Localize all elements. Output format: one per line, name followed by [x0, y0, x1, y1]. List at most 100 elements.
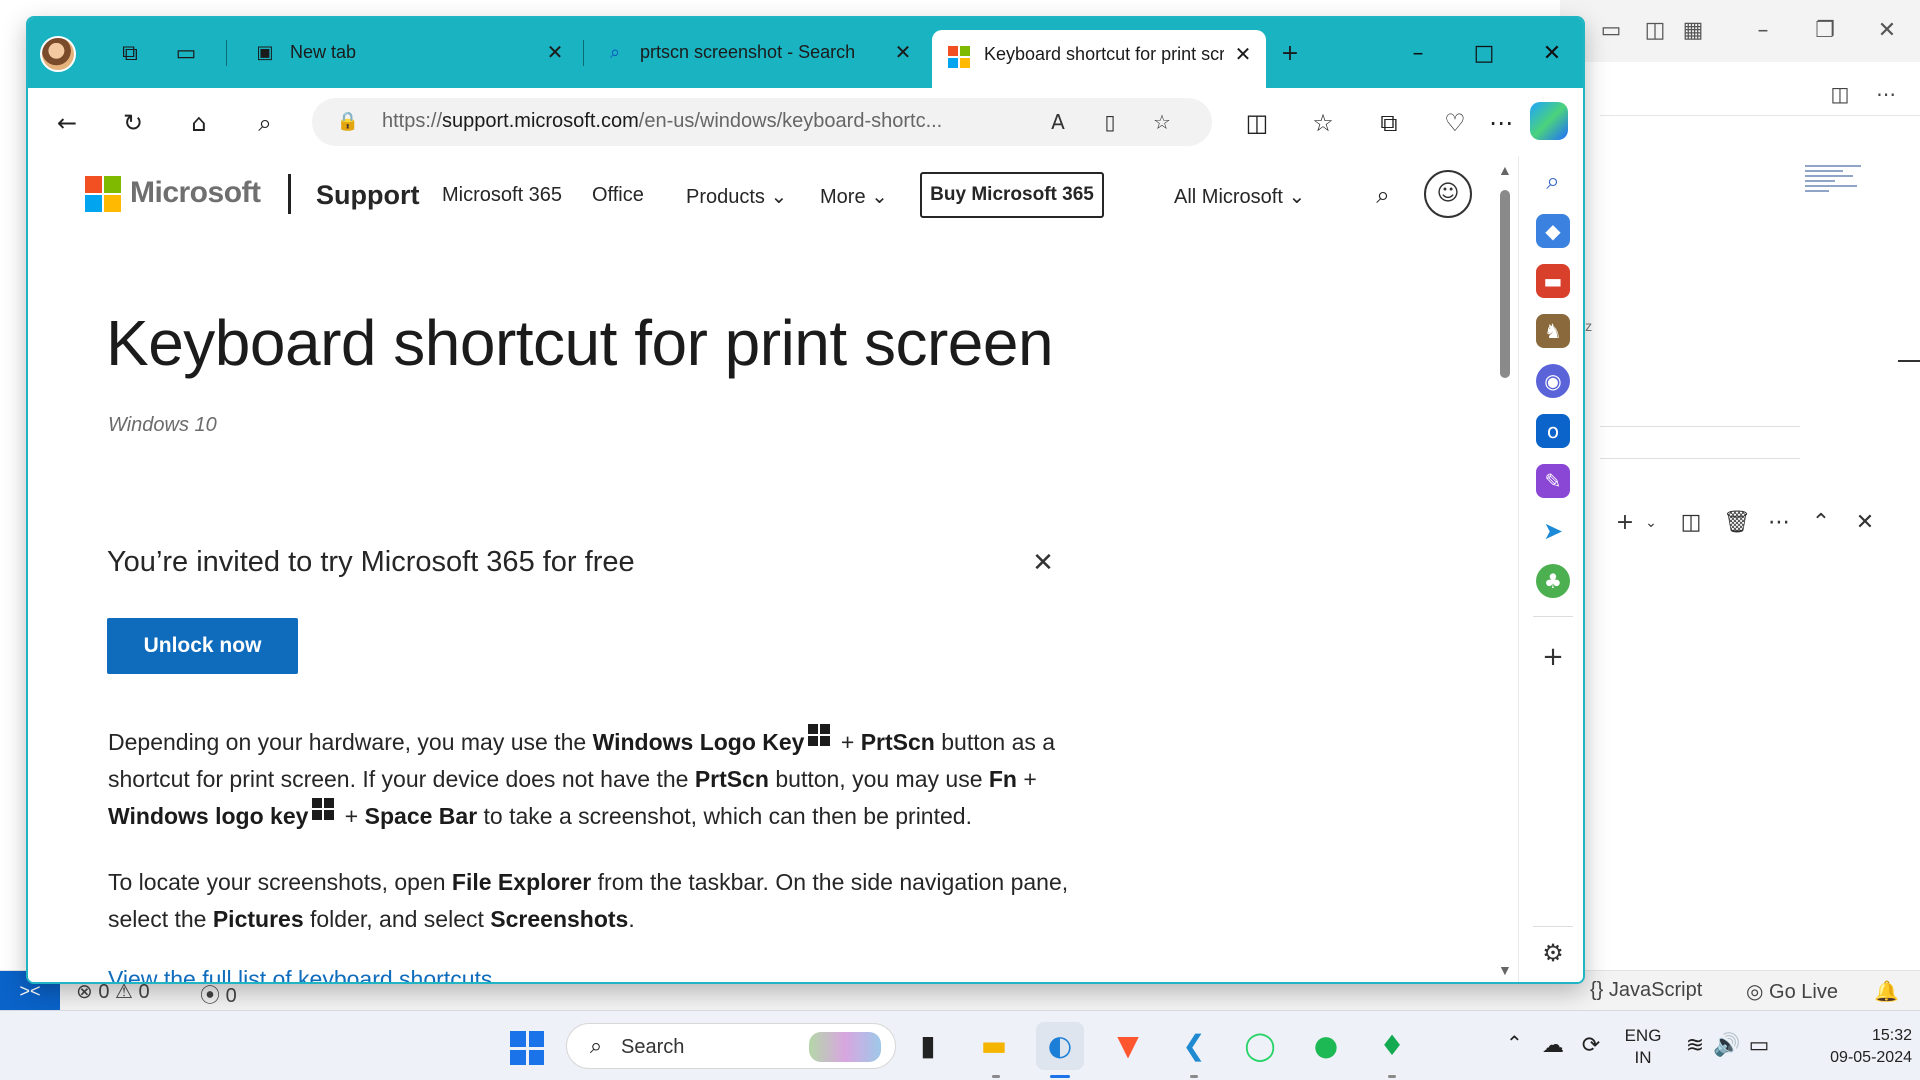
keyboard-shortcuts-link[interactable]: View the full list of keyboard shortcuts	[108, 966, 492, 982]
home-icon[interactable]: ⌂	[180, 104, 218, 142]
nav-link-label: All Microsoft	[1174, 186, 1283, 208]
scroll-down-arrow-icon[interactable]: ▼	[1498, 962, 1512, 978]
unlock-now-button[interactable]: Unlock now	[107, 618, 298, 674]
web-page-content: Microsoft Support Microsoft 365 Office P…	[28, 156, 1518, 982]
close-tab-icon[interactable]: ✕	[890, 39, 916, 65]
file-explorer-icon[interactable]: ▬	[970, 1022, 1018, 1070]
sync-icon[interactable]: ⟳	[1576, 1031, 1606, 1061]
tab-new-tab[interactable]: ▣ New tab ✕	[238, 28, 578, 78]
sidebar-search-icon[interactable]: ⌕	[1536, 164, 1570, 198]
site-search-icon[interactable]: ⌕	[1368, 180, 1398, 210]
favorite-star-icon[interactable]: ☆	[1146, 106, 1178, 138]
tab-actions-icon[interactable]: ▭	[168, 36, 204, 72]
language-mode[interactable]: {} JavaScript	[1590, 979, 1702, 1002]
task-view-icon[interactable]: ▮	[904, 1022, 952, 1070]
split-screen-icon[interactable]: ◫	[1238, 104, 1276, 142]
new-tab-icon: ▣	[256, 42, 274, 63]
nav-link-office[interactable]: Office	[592, 184, 644, 207]
close-window-icon[interactable]: ✕	[1534, 36, 1570, 72]
account-avatar-icon[interactable]: ☺	[1424, 170, 1472, 218]
tools-briefcase-icon[interactable]: ▬	[1536, 264, 1570, 298]
tab-keyboard-shortcut[interactable]: Keyboard shortcut for print scr ✕	[932, 30, 1266, 88]
scroll-thumb[interactable]	[1500, 190, 1510, 378]
trash-icon[interactable]: 🗑	[1722, 508, 1752, 538]
read-aloud-icon[interactable]: A	[1042, 106, 1074, 138]
input-language-indicator[interactable]: ENG IN	[1620, 1025, 1666, 1069]
close-panel-icon[interactable]: ✕	[1850, 508, 1880, 538]
browser-essentials-icon[interactable]: ♡	[1436, 104, 1474, 142]
immersive-reader-icon[interactable]: ▯	[1094, 106, 1126, 138]
address-bar[interactable]: 🔒 https://support.microsoft.com/en-us/wi…	[312, 98, 1212, 146]
favorites-icon[interactable]: ☆	[1304, 104, 1342, 142]
chevron-down-icon[interactable]: ⌄	[1636, 508, 1666, 538]
refresh-icon[interactable]: ↻	[114, 104, 152, 142]
brave-app-icon[interactable]: ▼	[1104, 1022, 1152, 1070]
volume-icon[interactable]: 🔊	[1712, 1031, 1742, 1061]
spotify-app-icon[interactable]: ●	[1302, 1022, 1350, 1070]
mongodb-app-icon[interactable]: ♦	[1368, 1022, 1416, 1070]
chevron-up-icon[interactable]: ⌃	[1806, 508, 1836, 538]
layout-grid-icon[interactable]: ▦	[1678, 16, 1708, 46]
workspaces-icon[interactable]: ⧉	[112, 36, 148, 72]
url-text[interactable]: https://support.microsoft.com/en-us/wind…	[382, 110, 1032, 133]
more-actions-icon[interactable]: ⋯	[1872, 80, 1900, 108]
collections-icon[interactable]: ⧉	[1370, 104, 1408, 142]
close-tab-icon[interactable]: ✕	[1230, 41, 1256, 67]
outlook-icon[interactable]: o	[1536, 414, 1570, 448]
taskbar-search-box[interactable]: ⌕ Search	[566, 1023, 896, 1069]
start-windows-icon[interactable]	[510, 1031, 544, 1065]
microsoft-365-icon[interactable]: ◉	[1536, 364, 1570, 398]
battery-icon[interactable]: ▭	[1744, 1031, 1774, 1061]
scroll-up-arrow-icon[interactable]: ▲	[1498, 162, 1512, 178]
buy-microsoft-365-button[interactable]: Buy Microsoft 365	[920, 172, 1104, 218]
whatsapp-app-icon[interactable]: ◯	[1236, 1022, 1284, 1070]
split-editor-icon[interactable]: ◫	[1826, 80, 1854, 108]
all-microsoft-menu[interactable]: All Microsoft ⌄	[1174, 184, 1305, 209]
restore-icon[interactable]: ❐	[1810, 16, 1840, 46]
header-divider	[288, 174, 291, 214]
edge-app-icon[interactable]: ◐	[1036, 1022, 1084, 1070]
show-hidden-icons-chevron-icon[interactable]: ⌃	[1506, 1031, 1523, 1055]
settings-gear-icon[interactable]: ⚙	[1536, 936, 1570, 970]
nav-link-more[interactable]: More ⌄	[820, 184, 888, 209]
search-icon[interactable]: ⌕	[246, 104, 284, 142]
wifi-icon[interactable]: ≋	[1680, 1031, 1710, 1061]
notifications-bell-icon[interactable]: 🔔	[1874, 979, 1899, 1004]
nav-link-products[interactable]: Products ⌄	[686, 184, 787, 209]
chevron-down-icon: ⌄	[865, 186, 888, 208]
copilot-icon[interactable]	[1530, 102, 1568, 140]
tree-icon[interactable]: ♣	[1536, 564, 1570, 598]
back-arrow-icon[interactable]: ←	[48, 104, 86, 142]
more-menu-icon[interactable]: ⋯	[1482, 104, 1520, 142]
search-icon: ⌕	[589, 1034, 603, 1059]
support-home-link[interactable]: Support	[316, 180, 419, 211]
layout-panel-icon[interactable]: ▭	[1596, 16, 1626, 46]
close-promo-icon[interactable]: ✕	[1028, 548, 1058, 578]
close-icon[interactable]: ✕	[1872, 16, 1902, 46]
vscode-app-icon[interactable]: ❮	[1170, 1022, 1218, 1070]
nav-link-microsoft-365[interactable]: Microsoft 365	[442, 184, 562, 207]
games-icon[interactable]: ♞	[1536, 314, 1570, 348]
close-tab-icon[interactable]: ✕	[542, 39, 568, 65]
minimize-icon[interactable]: –	[1400, 36, 1436, 72]
more-actions-icon[interactable]: ⋯	[1764, 508, 1794, 538]
send-telegram-icon[interactable]: ➤	[1536, 514, 1570, 548]
split-terminal-icon[interactable]: ◫	[1676, 508, 1706, 538]
page-scrollbar[interactable]: ▲ ▼	[1494, 156, 1516, 982]
designer-icon[interactable]: ✎	[1536, 464, 1570, 498]
microsoft-wordmark[interactable]: Microsoft	[130, 176, 261, 210]
maximize-icon[interactable]: □	[1466, 36, 1502, 72]
shopping-tag-icon[interactable]: ◆	[1536, 214, 1570, 248]
go-live-button[interactable]: ◎ Go Live	[1746, 979, 1838, 1004]
minimize-icon[interactable]: –	[1748, 16, 1778, 46]
new-tab-plus-icon[interactable]: +	[1272, 36, 1308, 72]
onedrive-cloud-icon[interactable]: ☁	[1538, 1031, 1568, 1061]
add-sidebar-app-icon[interactable]: +	[1536, 640, 1570, 674]
layout-split-icon[interactable]: ◫	[1640, 16, 1670, 46]
tab-search[interactable]: ⌕ prtscn screenshot - Search ✕	[588, 28, 926, 78]
lock-icon[interactable]: 🔒	[336, 110, 360, 134]
profile-avatar[interactable]	[40, 36, 76, 72]
system-clock[interactable]: 15:32 09-05-2024	[1800, 1025, 1912, 1069]
microsoft-logo-icon[interactable]	[85, 176, 121, 212]
search-label: Search	[621, 1036, 685, 1058]
